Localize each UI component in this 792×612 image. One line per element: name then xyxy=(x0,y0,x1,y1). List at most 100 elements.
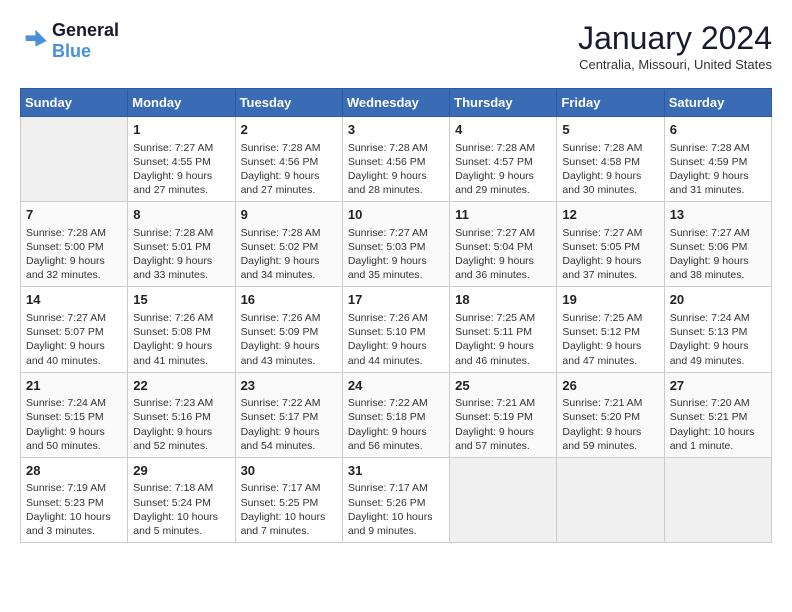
day-info: Sunrise: 7:28 AMSunset: 5:00 PMDaylight:… xyxy=(26,227,106,282)
day-number: 19 xyxy=(562,291,658,309)
day-number: 8 xyxy=(133,206,229,224)
day-info: Sunrise: 7:23 AMSunset: 5:16 PMDaylight:… xyxy=(133,397,213,452)
column-header-friday: Friday xyxy=(557,89,664,117)
day-number: 10 xyxy=(348,206,444,224)
day-number: 23 xyxy=(241,377,337,395)
column-header-monday: Monday xyxy=(128,89,235,117)
calendar-cell: 12 Sunrise: 7:27 AMSunset: 5:05 PMDayligh… xyxy=(557,202,664,287)
calendar-table: SundayMondayTuesdayWednesdayThursdayFrid… xyxy=(20,88,772,543)
calendar-cell: 15 Sunrise: 7:26 AMSunset: 5:08 PMDayligh… xyxy=(128,287,235,372)
calendar-cell xyxy=(450,457,557,542)
day-info: Sunrise: 7:27 AMSunset: 5:06 PMDaylight:… xyxy=(670,227,750,282)
calendar-cell: 25 Sunrise: 7:21 AMSunset: 5:19 PMDayligh… xyxy=(450,372,557,457)
day-number: 9 xyxy=(241,206,337,224)
day-info: Sunrise: 7:21 AMSunset: 5:19 PMDaylight:… xyxy=(455,397,535,452)
day-info: Sunrise: 7:27 AMSunset: 5:05 PMDaylight:… xyxy=(562,227,642,282)
day-info: Sunrise: 7:25 AMSunset: 5:12 PMDaylight:… xyxy=(562,312,642,367)
calendar-cell: 27 Sunrise: 7:20 AMSunset: 5:21 PMDayligh… xyxy=(664,372,771,457)
day-info: Sunrise: 7:25 AMSunset: 5:11 PMDaylight:… xyxy=(455,312,535,367)
day-info: Sunrise: 7:27 AMSunset: 4:55 PMDaylight:… xyxy=(133,142,213,197)
calendar-cell: 17 Sunrise: 7:26 AMSunset: 5:10 PMDayligh… xyxy=(342,287,449,372)
day-number: 27 xyxy=(670,377,766,395)
day-number: 15 xyxy=(133,291,229,309)
day-info: Sunrise: 7:26 AMSunset: 5:10 PMDaylight:… xyxy=(348,312,428,367)
day-info: Sunrise: 7:22 AMSunset: 5:18 PMDaylight:… xyxy=(348,397,428,452)
calendar-cell: 26 Sunrise: 7:21 AMSunset: 5:20 PMDayligh… xyxy=(557,372,664,457)
day-info: Sunrise: 7:18 AMSunset: 5:24 PMDaylight:… xyxy=(133,482,218,537)
day-info: Sunrise: 7:24 AMSunset: 5:15 PMDaylight:… xyxy=(26,397,106,452)
calendar-cell xyxy=(664,457,771,542)
day-info: Sunrise: 7:28 AMSunset: 4:59 PMDaylight:… xyxy=(670,142,750,197)
calendar-cell: 5Sunrise: 7:28 AMSunset: 4:58 PMDaylight… xyxy=(557,117,664,202)
calendar-cell: 18 Sunrise: 7:25 AMSunset: 5:11 PMDayligh… xyxy=(450,287,557,372)
calendar-cell: 24 Sunrise: 7:22 AMSunset: 5:18 PMDayligh… xyxy=(342,372,449,457)
calendar-cell: 2Sunrise: 7:28 AMSunset: 4:56 PMDaylight… xyxy=(235,117,342,202)
column-header-saturday: Saturday xyxy=(664,89,771,117)
day-number: 26 xyxy=(562,377,658,395)
page-title: January 2024 xyxy=(578,20,772,57)
day-number: 17 xyxy=(348,291,444,309)
day-info: Sunrise: 7:28 AMSunset: 4:56 PMDaylight:… xyxy=(348,142,428,197)
day-number: 25 xyxy=(455,377,551,395)
calendar-cell: 29 Sunrise: 7:18 AMSunset: 5:24 PMDayligh… xyxy=(128,457,235,542)
day-number: 18 xyxy=(455,291,551,309)
day-info: Sunrise: 7:27 AMSunset: 5:04 PMDaylight:… xyxy=(455,227,535,282)
calendar-week-2: 7 Sunrise: 7:28 AMSunset: 5:00 PMDaylight… xyxy=(21,202,772,287)
day-info: Sunrise: 7:26 AMSunset: 5:09 PMDaylight:… xyxy=(241,312,321,367)
day-number: 6 xyxy=(670,121,766,139)
header-row: SundayMondayTuesdayWednesdayThursdayFrid… xyxy=(21,89,772,117)
calendar-header: SundayMondayTuesdayWednesdayThursdayFrid… xyxy=(21,89,772,117)
day-number: 29 xyxy=(133,462,229,480)
day-number: 12 xyxy=(562,206,658,224)
calendar-week-5: 28 Sunrise: 7:19 AMSunset: 5:23 PMDayligh… xyxy=(21,457,772,542)
calendar-week-3: 14Sunrise: 7:27 AMSunset: 5:07 PMDayligh… xyxy=(21,287,772,372)
calendar-week-1: 1 Sunrise: 7:27 AMSunset: 4:55 PMDaylight… xyxy=(21,117,772,202)
day-number: 30 xyxy=(241,462,337,480)
calendar-cell: 3 Sunrise: 7:28 AMSunset: 4:56 PMDaylight… xyxy=(342,117,449,202)
day-info: Sunrise: 7:17 AMSunset: 5:26 PMDaylight:… xyxy=(348,482,433,537)
day-number: 24 xyxy=(348,377,444,395)
day-info: Sunrise: 7:28 AMSunset: 4:56 PMDaylight:… xyxy=(241,142,321,197)
calendar-cell: 11Sunrise: 7:27 AMSunset: 5:04 PMDayligh… xyxy=(450,202,557,287)
calendar-body: 1 Sunrise: 7:27 AMSunset: 4:55 PMDaylight… xyxy=(21,117,772,543)
calendar-cell xyxy=(21,117,128,202)
calendar-cell: 6 Sunrise: 7:28 AMSunset: 4:59 PMDaylight… xyxy=(664,117,771,202)
day-number: 28 xyxy=(26,462,122,480)
logo-icon xyxy=(20,27,48,55)
day-info: Sunrise: 7:21 AMSunset: 5:20 PMDaylight:… xyxy=(562,397,642,452)
day-info: Sunrise: 7:17 AMSunset: 5:25 PMDaylight:… xyxy=(241,482,326,537)
calendar-cell: 28 Sunrise: 7:19 AMSunset: 5:23 PMDayligh… xyxy=(21,457,128,542)
calendar-cell: 16 Sunrise: 7:26 AMSunset: 5:09 PMDayligh… xyxy=(235,287,342,372)
day-info: Sunrise: 7:26 AMSunset: 5:08 PMDaylight:… xyxy=(133,312,213,367)
day-info: Sunrise: 7:28 AMSunset: 5:01 PMDaylight:… xyxy=(133,227,213,282)
calendar-cell: 21Sunrise: 7:24 AMSunset: 5:15 PMDayligh… xyxy=(21,372,128,457)
day-number: 31 xyxy=(348,462,444,480)
day-info: Sunrise: 7:28 AMSunset: 5:02 PMDaylight:… xyxy=(241,227,321,282)
calendar-cell: 23 Sunrise: 7:22 AMSunset: 5:17 PMDayligh… xyxy=(235,372,342,457)
day-number: 7 xyxy=(26,206,122,224)
calendar-cell: 30 Sunrise: 7:17 AMSunset: 5:25 PMDayligh… xyxy=(235,457,342,542)
day-number: 14 xyxy=(26,291,122,309)
calendar-cell: 14Sunrise: 7:27 AMSunset: 5:07 PMDayligh… xyxy=(21,287,128,372)
calendar-cell: 1 Sunrise: 7:27 AMSunset: 4:55 PMDaylight… xyxy=(128,117,235,202)
day-info: Sunrise: 7:22 AMSunset: 5:17 PMDaylight:… xyxy=(241,397,321,452)
day-info: Sunrise: 7:28 AMSunset: 4:57 PMDaylight:… xyxy=(455,142,535,197)
column-header-tuesday: Tuesday xyxy=(235,89,342,117)
calendar-week-4: 21Sunrise: 7:24 AMSunset: 5:15 PMDayligh… xyxy=(21,372,772,457)
calendar-cell: 20Sunrise: 7:24 AMSunset: 5:13 PMDayligh… xyxy=(664,287,771,372)
day-info: Sunrise: 7:27 AMSunset: 5:03 PMDaylight:… xyxy=(348,227,428,282)
day-info: Sunrise: 7:28 AMSunset: 4:58 PMDaylight:… xyxy=(562,142,642,197)
day-number: 3 xyxy=(348,121,444,139)
day-number: 16 xyxy=(241,291,337,309)
calendar-cell xyxy=(557,457,664,542)
day-info: Sunrise: 7:19 AMSunset: 5:23 PMDaylight:… xyxy=(26,482,111,537)
day-number: 20 xyxy=(670,291,766,309)
day-number: 1 xyxy=(133,121,229,139)
calendar-cell: 8 Sunrise: 7:28 AMSunset: 5:01 PMDaylight… xyxy=(128,202,235,287)
page-header: General Blue January 2024 Centralia, Mis… xyxy=(20,20,772,72)
day-info: Sunrise: 7:20 AMSunset: 5:21 PMDaylight:… xyxy=(670,397,755,452)
calendar-cell: 10 Sunrise: 7:27 AMSunset: 5:03 PMDayligh… xyxy=(342,202,449,287)
calendar-cell: 9 Sunrise: 7:28 AMSunset: 5:02 PMDaylight… xyxy=(235,202,342,287)
calendar-cell: 13Sunrise: 7:27 AMSunset: 5:06 PMDayligh… xyxy=(664,202,771,287)
column-header-thursday: Thursday xyxy=(450,89,557,117)
